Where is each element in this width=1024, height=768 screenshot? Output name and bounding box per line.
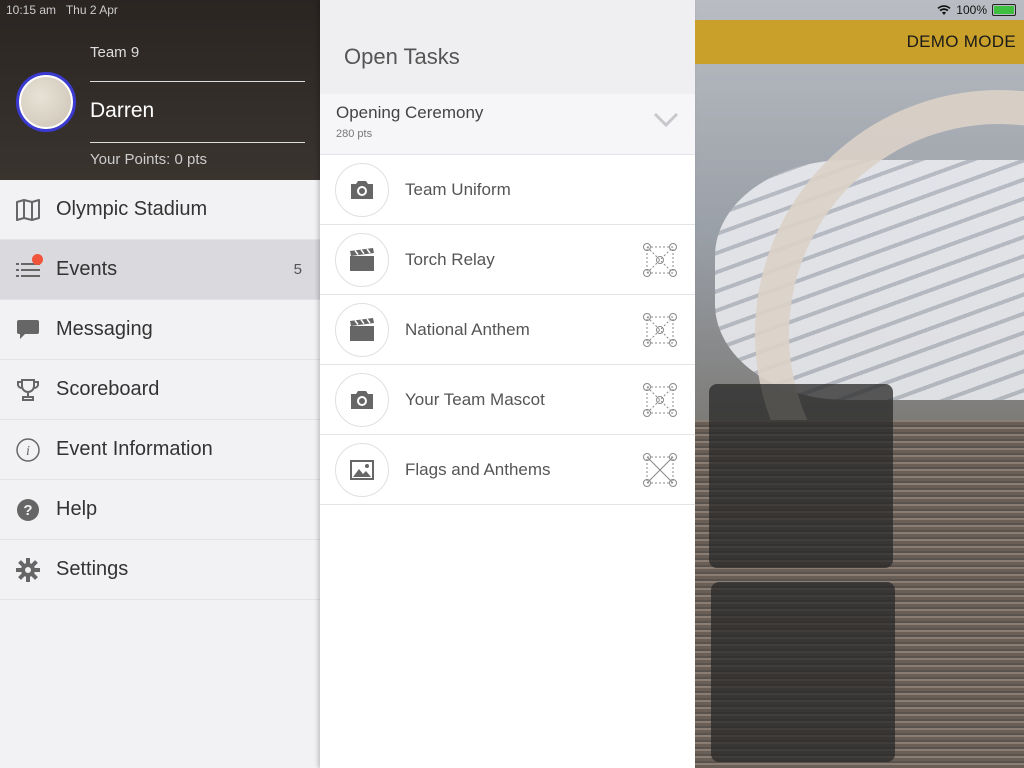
divider [90,81,305,82]
team-name: Team 9 [90,44,140,61]
sidebar: Team 9 Darren Your Points: 0 pts Olympic… [0,0,320,768]
sidebar-item-label: Olympic Stadium [56,198,208,220]
sidebar-item-label: Help [56,498,98,520]
task-national-anthem[interactable]: National Anthem [320,295,695,365]
sidebar-item-olympic-stadium[interactable]: Olympic Stadium [0,180,320,240]
status-time: 10:15 am [6,3,57,17]
status-bar: 10:15 am Thu 2 Apr 100% [0,0,1024,20]
map-icon [0,198,56,221]
overlay-panel [711,582,895,762]
section-points: 280 pts [336,128,373,140]
sidebar-item-label: Settings [56,558,129,580]
sidebar-item-label: Events [56,258,118,280]
notification-badge [32,254,43,265]
demo-mode-banner: DEMO MODE [695,20,1024,64]
wifi-icon [937,4,951,15]
camera-icon [335,162,389,217]
profile-header: Team 9 Darren Your Points: 0 pts [0,0,320,180]
task-label: National Anthem [405,319,530,339]
team-formation-icon [643,453,677,492]
task-torch-relay[interactable]: Torch Relay [320,225,695,295]
stadium-background-image [695,0,1024,768]
image-icon [335,442,389,497]
team-formation-icon [643,313,677,352]
task-flags-and-anthems[interactable]: Flags and Anthems [320,435,695,505]
page-title: Open Tasks [344,44,460,69]
sidebar-item-label: Messaging [56,318,153,340]
task-label: Your Team Mascot [405,389,545,409]
task-your-team-mascot[interactable]: Your Team Mascot [320,365,695,435]
chevron-down-icon[interactable] [653,112,679,133]
team-formation-icon [643,243,677,282]
sidebar-item-events[interactable]: Events 5 [0,240,320,300]
clapperboard-icon [335,232,389,287]
sidebar-item-label: Event Information [56,438,213,460]
sidebar-item-settings[interactable]: Settings [0,540,320,600]
gear-icon [0,557,56,582]
battery-percent: 100% [956,3,987,17]
trophy-icon [0,378,56,401]
user-name: Darren [90,99,155,122]
section-opening-ceremony[interactable]: Opening Ceremony 280 pts [320,94,695,155]
info-icon: i [0,437,56,462]
chat-bubble-icon [0,319,56,341]
sidebar-item-label: Scoreboard [56,378,160,400]
section-title: Opening Ceremony [336,103,484,122]
task-label: Flags and Anthems [405,459,551,479]
list-icon [0,261,56,279]
question-icon: ? [0,498,56,522]
team-formation-icon [643,383,677,422]
svg-text:i: i [26,444,30,459]
avatar[interactable] [16,72,76,132]
battery-icon [992,4,1016,16]
task-team-uniform[interactable]: Team Uniform [320,155,695,225]
sidebar-item-help[interactable]: ? Help [0,480,320,540]
status-date: Thu 2 Apr [65,3,118,17]
open-tasks-panel: Open Tasks Opening Ceremony 280 pts Team… [320,0,695,768]
sidebar-item-scoreboard[interactable]: Scoreboard [0,360,320,420]
camera-icon [335,372,389,427]
svg-text:?: ? [23,502,32,519]
demo-mode-label: DEMO MODE [906,32,1016,51]
divider [90,142,305,143]
overlay-panel [709,384,893,568]
user-points: Your Points: 0 pts [90,151,208,168]
sidebar-item-messaging[interactable]: Messaging [0,300,320,360]
task-label: Torch Relay [405,249,495,269]
task-label: Team Uniform [405,179,511,199]
clapperboard-icon [335,302,389,357]
events-count: 5 [293,261,302,278]
sidebar-item-event-information[interactable]: i Event Information [0,420,320,480]
